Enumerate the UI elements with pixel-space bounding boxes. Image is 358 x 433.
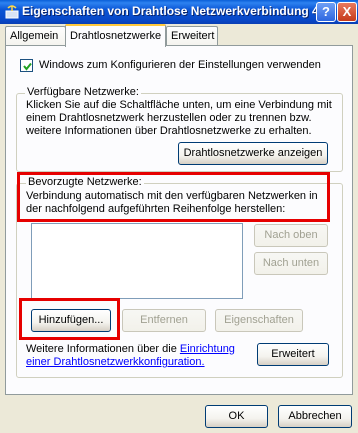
cancel-button[interactable]: Abbrechen [278, 405, 352, 428]
properties-button[interactable]: Eigenschaften [215, 309, 303, 332]
windows-config-checkbox[interactable] [20, 59, 33, 72]
window-title: Eigenschaften von Drahtlose Netzwerkverb… [22, 4, 319, 18]
config-link[interactable]: einer Drahtlosnetzwerkkonfiguration. [26, 356, 205, 368]
preferred-networks-title: Bevorzugte Netzwerke: [26, 176, 144, 188]
tab-drahtlosnetzwerke[interactable]: Drahtlosnetzwerke [65, 24, 166, 47]
available-networks-description: Klicken Sie auf die Schaltfläche unten, … [26, 99, 332, 137]
available-networks-title: Verfügbare Netzwerke: [25, 86, 141, 98]
setup-link[interactable]: Einrichtung [180, 343, 235, 355]
move-up-button[interactable]: Nach oben [254, 224, 328, 247]
help-button[interactable]: ? [316, 2, 336, 22]
move-down-button[interactable]: Nach unten [254, 252, 328, 275]
checkmark-icon [23, 62, 32, 71]
preferred-networks-list[interactable] [31, 223, 243, 299]
tab-erweitert[interactable]: Erweitert [166, 26, 218, 46]
remove-button[interactable]: Entfernen [122, 309, 206, 332]
advanced-button[interactable]: Erweitert [257, 343, 329, 366]
more-info-label: Weitere Informationen über die [26, 343, 180, 355]
tab-allgemein[interactable]: Allgemein [5, 26, 66, 46]
network-connection-icon [5, 5, 19, 19]
ok-button[interactable]: OK [205, 405, 268, 428]
view-wireless-networks-button[interactable]: Drahtlosnetzwerke anzeigen [178, 142, 328, 165]
more-info-text: Weitere Informationen über die Einrichtu… [26, 343, 235, 369]
windows-config-label: Windows zum Konfigurieren der Einstellun… [39, 59, 321, 71]
preferred-networks-description: Verbindung automatisch mit den verfügbar… [26, 190, 318, 215]
close-button[interactable]: X [337, 2, 357, 22]
add-button[interactable]: Hinzufügen... [31, 309, 111, 332]
